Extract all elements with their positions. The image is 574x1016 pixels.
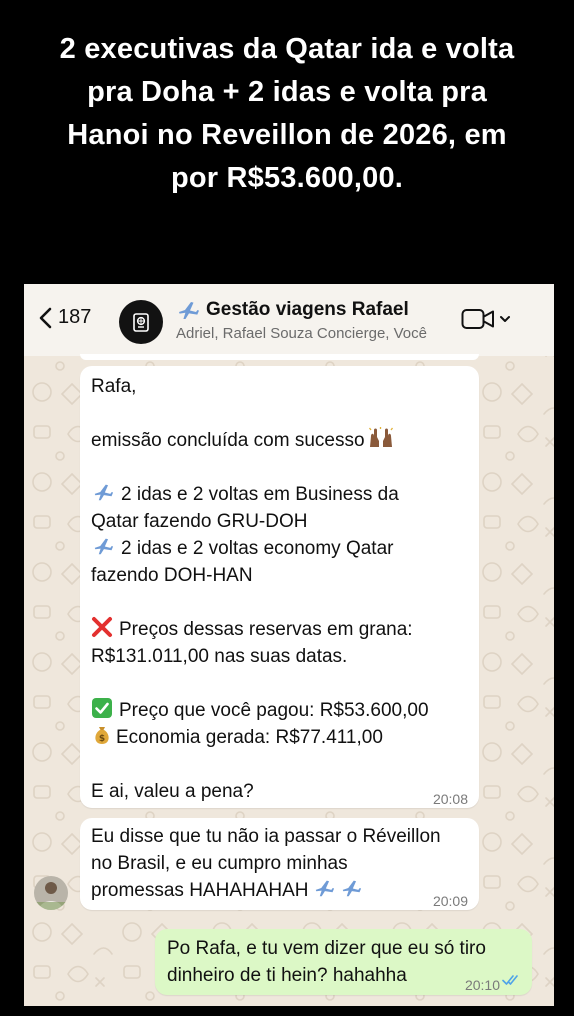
message-text: no Brasil, e eu cumpro minhas: [91, 853, 348, 874]
chevron-down-icon: [500, 316, 510, 322]
message-text-part: promessas HAHAHAHAH: [91, 880, 309, 901]
airplane-icon: [179, 302, 199, 319]
chevron-left-icon: [39, 307, 52, 328]
message-text-part: Preços dessas reservas em grana:: [119, 619, 413, 640]
money-bag-icon: $: [91, 724, 113, 754]
message-timestamp: 20:09: [432, 893, 468, 909]
message-bubble-outgoing[interactable]: Po Rafa, e tu vem dizer que eu só tiro d…: [155, 929, 532, 995]
check-mark-button-icon: [91, 697, 113, 727]
back-button[interactable]: 187: [38, 306, 91, 329]
group-title[interactable]: Gestão viagens Rafael: [176, 298, 409, 322]
raised-hands-icon: [368, 427, 394, 457]
message-text: E ai, valeu a pena?: [91, 781, 254, 802]
message-text: Qatar fazendo GRU-DOH: [91, 511, 308, 532]
headline-line: por R$53.600,00.: [170, 162, 404, 194]
message-timestamp: 20:10: [464, 977, 500, 993]
message-text-part: Preço que você pagou: R$53.600,00: [119, 700, 429, 721]
airplane-icon: [91, 535, 115, 565]
message-text: emissão concluída com sucesso: [91, 427, 394, 457]
sender-avatar[interactable]: [34, 876, 68, 910]
message-text: $ Economia gerada: R$77.411,00: [91, 724, 383, 754]
unread-count: 187: [58, 306, 92, 328]
headline-line: pra Doha + 2 idas e volta pra: [87, 76, 487, 108]
video-call-button[interactable]: [461, 308, 511, 330]
svg-text:$: $: [99, 734, 105, 744]
cross-mark-icon: [91, 616, 113, 646]
message-timestamp: 20:08: [432, 791, 468, 807]
airplane-icon: [339, 877, 363, 907]
airplane-icon: [91, 481, 115, 511]
message-text: Po Rafa, e tu vem dizer que eu só tiro: [167, 938, 486, 959]
message-text: Preços dessas reservas em grana:: [91, 616, 413, 646]
message-text: Preço que você pagou: R$53.600,00: [91, 697, 429, 727]
message-text-part: 2 idas e 2 voltas economy Qatar: [121, 538, 394, 559]
message-bubble-incoming[interactable]: Eu disse que tu não ia passar o Réveillo…: [80, 818, 479, 910]
message-text: 2 idas e 2 voltas economy Qatar: [91, 535, 393, 565]
message-text: fazendo DOH-HAN: [91, 565, 253, 586]
headline-line: Hanoi no Reveillon de 2026, em: [67, 119, 507, 151]
video-call-icon: [461, 309, 494, 329]
previous-message-edge: [80, 354, 479, 360]
message-bubble-incoming[interactable]: Rafa, emissão concluída com sucesso 2 id…: [80, 366, 479, 808]
headline: 2 executivas da Qatar ida e volta pra Do…: [0, 28, 574, 200]
chat-header: 187 Gestão viagens Rafael Adriel, Rafael…: [24, 284, 554, 356]
message-text: dinheiro de ti hein? hahahha: [167, 965, 407, 986]
message-text-part: emissão concluída com sucesso: [91, 430, 365, 451]
message-text: R$131.011,00 nas suas datas.: [91, 646, 348, 667]
message-text-part: 2 idas e 2 voltas em Business da: [121, 484, 399, 505]
passport-icon: [133, 313, 149, 332]
message-text: promessas HAHAHAHAH: [91, 877, 363, 907]
message-text: Eu disse que tu não ia passar o Réveillo…: [91, 826, 441, 847]
message-text: Rafa,: [91, 376, 137, 397]
group-avatar[interactable]: [119, 300, 163, 344]
chat-screenshot: 187 Gestão viagens Rafael Adriel, Rafael…: [24, 284, 554, 1006]
group-name: Gestão viagens Rafael: [206, 299, 409, 320]
group-members[interactable]: Adriel, Rafael Souza Concierge, Você: [176, 325, 427, 342]
message-text: 2 idas e 2 voltas em Business da: [91, 481, 399, 511]
read-receipt-icon: [502, 975, 518, 985]
sender-avatar-image: [34, 876, 68, 910]
airplane-icon: [312, 877, 336, 907]
headline-line: 2 executivas da Qatar ida e volta: [59, 33, 515, 65]
message-text-part: Economia gerada: R$77.411,00: [116, 727, 383, 748]
